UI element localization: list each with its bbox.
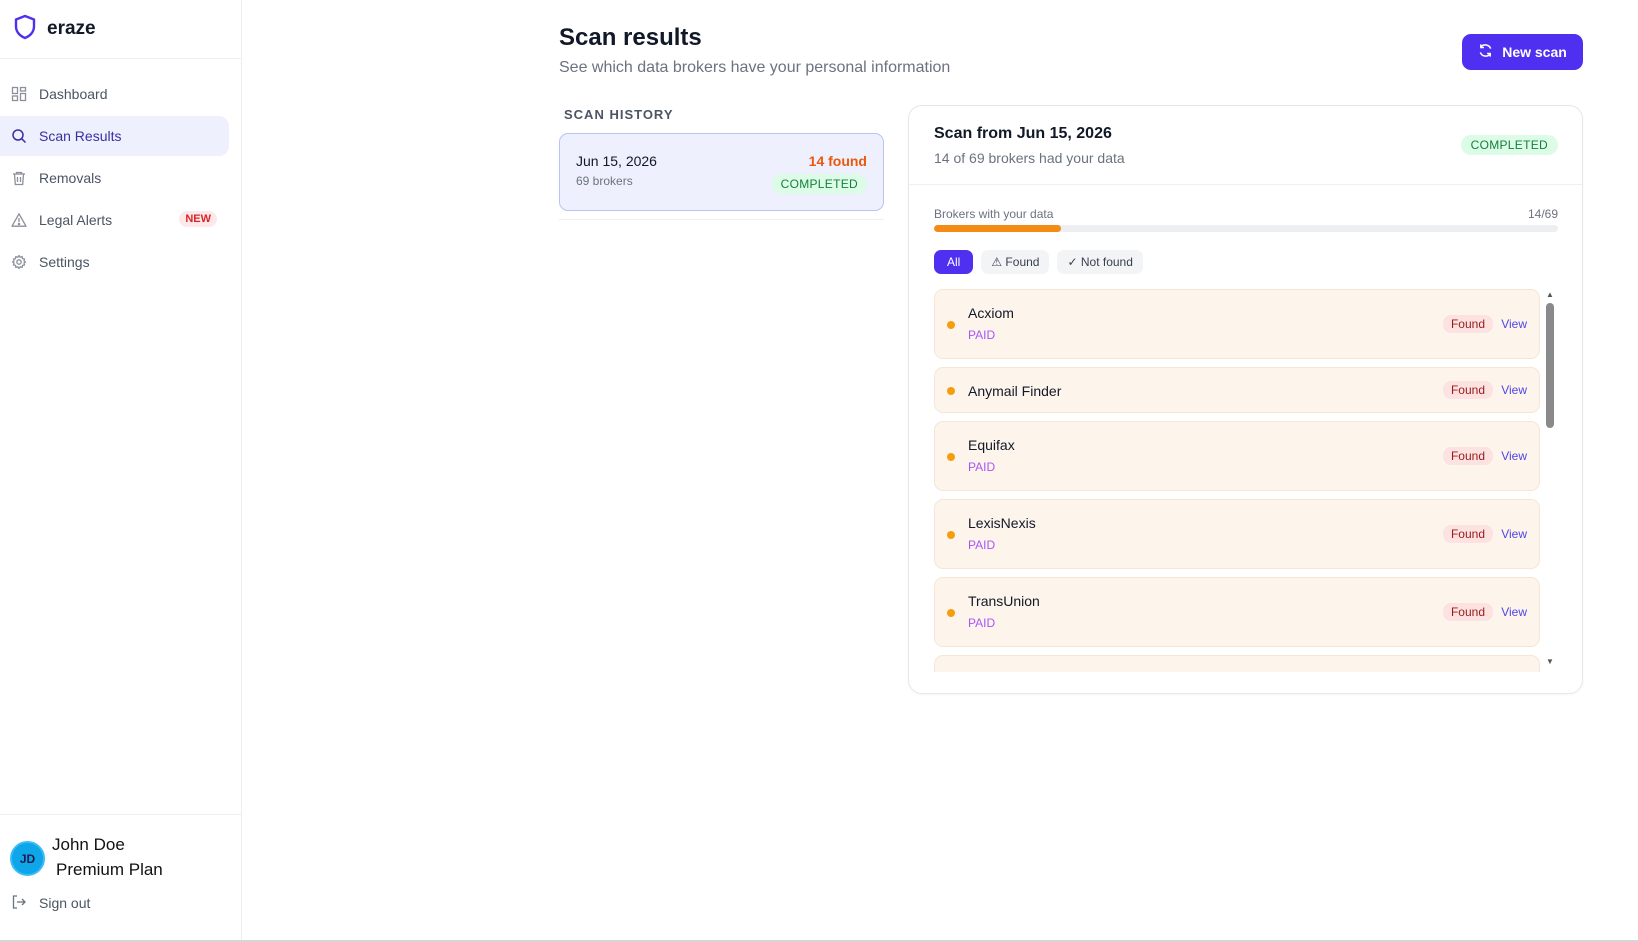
sidebar-item-label: Settings [39,254,90,270]
brand[interactable]: eraze [0,0,241,59]
sign-out-icon [11,894,39,913]
sidebar-item-legal-alerts[interactable]: Legal Alerts NEW [0,200,229,240]
new-badge: NEW [179,211,217,227]
scan-history-date: Jun 15, 2026 [576,153,657,169]
broker-tag: PAID [968,460,996,474]
scan-subtitle: 14 of 69 brokers had your data [934,150,1125,166]
sidebar: eraze Dashboard Scan Results Removals Le… [0,0,242,940]
broker-tag: PAID [968,616,996,630]
broker-row-partial[interactable] [934,655,1540,672]
dashboard-icon [11,86,27,102]
found-badge: Found [1442,315,1493,333]
scan-history-item[interactable]: Jun 15, 2026 69 brokers 14 found COMPLET… [559,133,884,211]
sidebar-item-settings[interactable]: Settings [0,242,229,282]
status-dot [947,531,955,539]
broker-name: TransUnion [968,593,1040,609]
sidebar-item-label: Dashboard [39,86,108,102]
broker-name: Acxiom [968,305,1014,321]
status-dot [947,609,955,617]
progress-label: Brokers with your data [934,207,1054,221]
scan-history-found: 14 found [808,153,867,169]
status-dot [947,453,955,461]
view-link[interactable]: View [1501,317,1527,331]
scrollbar-thumb[interactable] [1546,303,1554,428]
broker-row-anymail-finder[interactable]: Anymail Finder Found View [934,367,1540,413]
filter-chips: All ⚠ Found ✓ Not found [934,250,1143,274]
progress-count: 14/69 [1527,207,1558,221]
view-link[interactable]: View [1501,605,1527,619]
sidebar-item-label: Legal Alerts [39,212,113,228]
sign-out-label: Sign out [39,895,91,911]
broker-list-scrollbar[interactable]: ▲ ▼ [1545,289,1555,666]
broker-row-equifax[interactable]: Equifax PAID Found View [934,421,1540,491]
broker-name: Equifax [968,437,1015,453]
user-block: JD John Doe Premium Plan Sign out [0,814,241,940]
progress-bar [934,225,1558,232]
broker-name: LexisNexis [968,515,1036,531]
status-dot [947,321,955,329]
sidebar-item-label: Scan Results [39,128,122,144]
status-badge: COMPLETED [771,174,867,194]
found-badge: Found [1442,525,1493,543]
user-plan: Premium Plan [56,860,163,879]
sidebar-item-label: Removals [39,170,102,186]
shield-logo-icon [13,14,37,45]
user-name: John Doe [52,835,125,854]
scan-detail-header: Scan from Jun 15, 2026 14 of 69 brokers … [909,106,1582,185]
sidebar-item-dashboard[interactable]: Dashboard [0,74,229,114]
page-title: Scan results [559,24,702,51]
avatar[interactable]: JD [10,841,45,876]
page-subtitle: See which data brokers have your persona… [559,59,951,76]
brand-name: eraze [47,18,96,39]
search-icon [11,128,27,144]
scan-history-label: SCAN HISTORY [564,107,674,122]
view-link[interactable]: View [1501,449,1527,463]
found-badge: Found [1442,603,1493,621]
scan-title: Scan from Jun 15, 2026 [934,125,1112,142]
broker-name: Anymail Finder [968,383,1062,399]
sidebar-nav: Dashboard Scan Results Removals Legal Al… [0,59,241,282]
refresh-icon [1478,43,1502,61]
new-scan-label: New scan [1502,44,1567,60]
scroll-up-arrow-icon[interactable]: ▲ [1545,289,1555,299]
filter-all[interactable]: All [934,250,974,274]
view-link[interactable]: View [1501,383,1527,397]
sidebar-item-removals[interactable]: Removals [0,158,229,198]
broker-row-lexisnexis[interactable]: LexisNexis PAID Found View [934,499,1540,569]
scan-history-brokers: 69 brokers [576,174,633,188]
trash-icon [11,170,27,186]
progress-bar-fill [934,225,1061,232]
filter-not-found[interactable]: ✓ Not found [1057,250,1143,274]
status-dot [947,387,955,395]
gear-icon [11,254,27,270]
broker-tag: PAID [968,328,996,342]
view-link[interactable]: View [1501,527,1527,541]
new-scan-button[interactable]: New scan [1462,34,1583,70]
broker-list: Acxiom PAID Found View Anymail Finder Fo… [934,289,1540,672]
broker-row-transunion[interactable]: TransUnion PAID Found View [934,577,1540,647]
alert-triangle-icon [11,212,27,228]
found-badge: Found [1442,447,1493,465]
scroll-down-arrow-icon[interactable]: ▼ [1545,656,1555,666]
filter-found[interactable]: ⚠ Found [981,250,1050,274]
broker-tag: PAID [968,538,996,552]
app-root: eraze Dashboard Scan Results Removals Le… [0,0,1638,942]
sign-out-button[interactable]: Sign out [11,893,90,913]
broker-row-acxiom[interactable]: Acxiom PAID Found View [934,289,1540,359]
status-badge: COMPLETED [1460,135,1558,155]
sidebar-item-scan-results[interactable]: Scan Results [0,116,229,156]
scan-detail-panel: Scan from Jun 15, 2026 14 of 69 brokers … [908,105,1583,694]
divider [559,219,884,220]
found-badge: Found [1442,381,1493,399]
